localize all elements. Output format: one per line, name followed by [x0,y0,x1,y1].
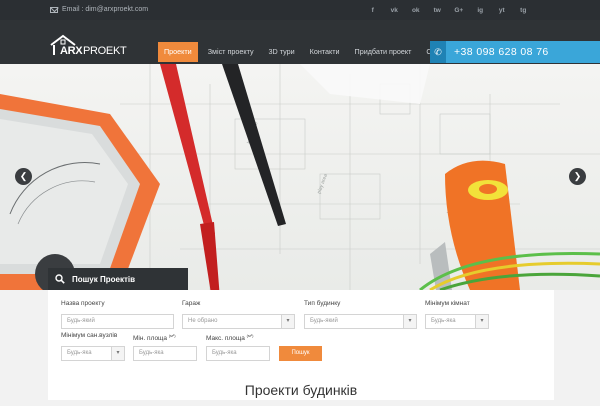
menu-item-contacts[interactable]: Контакти [305,42,345,62]
vk-icon[interactable]: vk [384,0,406,20]
logo-text-arx: ARX [60,45,83,57]
garage-select[interactable]: Не обрано [182,314,295,329]
phone-number: +38 098 628 08 76 [454,46,549,58]
slider-prev-button[interactable]: ❮ [15,168,32,185]
instagram-icon[interactable]: ig [470,0,492,20]
twitter-icon[interactable]: tw [427,0,449,20]
min-area-field-group: Мін. площа (м²) Будь-яка [133,331,197,361]
logo-text-proekt: PROEKT [83,45,127,57]
project-name-label: Назва проекту [61,300,105,307]
min-area-unit: (м²) [168,333,176,338]
hero-slider: bath room play area kitchen ❮ ❯ Пошук Пр… [0,64,600,290]
max-area-unit: (м²) [246,333,254,338]
search-tab[interactable]: Пошук Проектів [48,268,188,290]
min-rooms-select[interactable]: Будь-яка [425,314,489,329]
social-links: f vk ok tw G+ ig yt tg [362,0,534,20]
envelope-icon [50,6,58,13]
min-bathrooms-select[interactable]: Будь-яка [61,346,125,361]
youtube-icon[interactable]: yt [491,0,513,20]
project-name-field-group: Назва проекту Будь-який [61,299,174,329]
max-area-label: Макс. площа (м²) [206,333,254,343]
menu-item-project-contents[interactable]: Зміст проекту [203,42,259,62]
top-bar: Email : dim@arxproekt.com f vk ok tw G+ … [0,0,600,20]
search-submit-button[interactable]: Пошук [279,346,322,361]
garage-field-group: Гараж Не обрано [182,299,295,329]
section-title: Проекти будинків [48,374,554,400]
min-area-label: Мін. площа (м²) [133,333,176,343]
site-logo[interactable]: ARX PROEKT [50,34,127,58]
svg-text:play area: play area [316,173,329,195]
phone-contact[interactable]: ✆ +38 098 628 08 76 [430,41,600,63]
slider-next-button[interactable]: ❯ [569,168,586,185]
search-icon [48,268,72,290]
phone-icon: ✆ [430,41,446,63]
min-rooms-label: Мінімум кімнат [425,300,470,307]
main-menu: Проекти Зміст проекту 3D тури Контакти П… [158,42,457,62]
menu-item-3d-tours[interactable]: 3D тури [264,42,300,62]
menu-item-projects[interactable]: Проекти [158,42,198,62]
max-area-input[interactable]: Будь-яка [206,346,270,361]
search-tab-label: Пошук Проектів [72,274,136,284]
google-plus-icon[interactable]: G+ [448,0,470,20]
menu-item-buy-project[interactable]: Придбати проект [350,42,417,62]
max-area-field-group: Макс. площа (м²) Будь-яка [206,331,270,361]
min-bathrooms-label: Мінімум сан.вузлів [61,332,118,339]
house-type-select[interactable]: Будь-який [304,314,417,329]
min-area-input[interactable]: Будь-яка [133,346,197,361]
min-bathrooms-field-group: Мінімум сан.вузлів Будь-яка [61,331,125,361]
email-contact[interactable]: Email : dim@arxproekt.com [50,6,148,13]
house-type-label: Тип будинку [304,300,341,307]
garage-label: Гараж [182,300,201,307]
project-search-form: Назва проекту Будь-який Гараж Не обрано … [48,290,554,374]
project-name-input[interactable]: Будь-який [61,314,174,329]
hero-image: bath room play area kitchen [0,64,600,290]
chevron-right-icon: ❯ [573,171,582,181]
house-type-field-group: Тип будинку Будь-який [304,299,417,329]
min-rooms-field-group: Мінімум кімнат Будь-яка [425,299,489,329]
facebook-icon[interactable]: f [362,0,384,20]
chevron-left-icon: ❮ [19,171,28,181]
email-label: Email : dim@arxproekt.com [62,6,149,13]
telegram-icon[interactable]: tg [513,0,535,20]
odnoklassniki-icon[interactable]: ok [405,0,427,20]
